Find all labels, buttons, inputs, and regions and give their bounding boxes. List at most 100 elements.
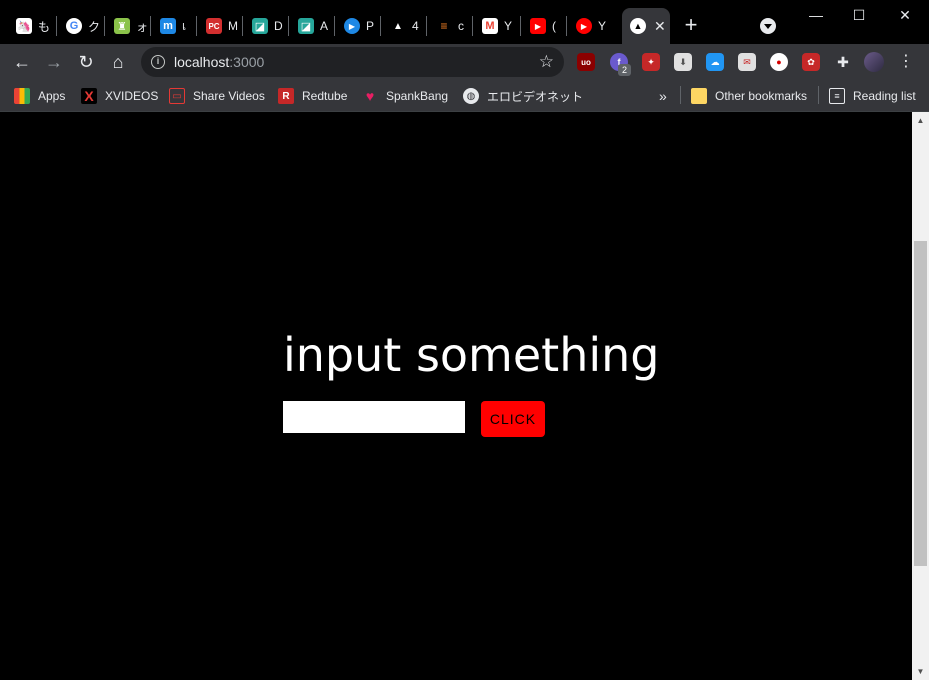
close-window-button[interactable]: ✕ [882, 0, 928, 30]
bookmarks-bar: Apps X XVIDEOS ▭ Share Videos R Redtube … [0, 80, 929, 112]
tab-title: ク [88, 19, 101, 34]
bookmark-share-videos[interactable]: ▭ Share Videos [169, 85, 265, 107]
scrollbar-thumb[interactable] [914, 241, 927, 566]
browser-window: 🦄 も G ク ♜ ォ m เ PC M ◪ D ◪ A ▶ P ▲ 4 ≡ c… [0, 0, 929, 680]
new-tab-button[interactable]: + [679, 13, 703, 37]
bookmark-redtube[interactable]: R Redtube [278, 85, 347, 107]
tab-title: c [458, 19, 464, 33]
tab-title: Y [598, 19, 607, 33]
profile-avatar[interactable] [864, 52, 884, 72]
url-port: :3000 [229, 54, 265, 70]
tab-4[interactable]: m เ [150, 8, 196, 44]
maximize-button[interactable]: ☐ [836, 0, 882, 30]
reading-list-icon: ≡ [829, 88, 845, 104]
redtube-icon: R [278, 88, 294, 104]
tab-title: も [38, 19, 51, 34]
a-icon: ◪ [298, 18, 314, 34]
apps-icon [14, 88, 30, 104]
bookmark-label: SpankBang [386, 89, 449, 103]
bookmark-label: Reading list [853, 89, 916, 103]
pcgamer-icon: PC [206, 18, 222, 34]
bookmark-apps[interactable]: Apps [14, 85, 65, 107]
folder-icon [691, 88, 707, 104]
puzzle-icon[interactable]: ✚ [834, 53, 852, 71]
tab-title: A [320, 19, 329, 33]
bookmark-label: Apps [38, 89, 66, 103]
tab-5[interactable]: PC M [196, 8, 242, 44]
tab-10[interactable]: ≡ c [426, 8, 472, 44]
d-icon: ◪ [252, 18, 268, 34]
gmail-icon: M [482, 18, 498, 34]
bookmark-label: Redtube [302, 89, 348, 103]
bookmark-label: Other bookmarks [715, 89, 808, 103]
game-icon[interactable]: ✿ [802, 53, 820, 71]
tab-title: เ [182, 18, 187, 33]
address-bar[interactable]: i localhost:3000 ☆ [141, 47, 564, 77]
scroll-up-arrow-icon[interactable]: ▲ [912, 112, 929, 129]
tab-8[interactable]: ▶ P [334, 8, 380, 44]
tab-6[interactable]: ◪ D [242, 8, 288, 44]
download-icon[interactable]: ⬇ [674, 53, 692, 71]
page-heading: input something [283, 328, 660, 382]
magic-wand-icon[interactable]: ✦ [642, 53, 660, 71]
scroll-down-arrow-icon[interactable]: ▼ [912, 663, 929, 680]
tab-3[interactable]: ♜ ォ [104, 8, 150, 44]
tab-title: ォ [136, 19, 149, 34]
tab-2[interactable]: G ク [56, 8, 104, 44]
tab-search-icon[interactable] [760, 18, 776, 34]
reading-list-button[interactable]: ≡ Reading list [829, 85, 916, 107]
tab-title: M [228, 19, 238, 33]
bookmark-label: Share Videos [193, 89, 265, 103]
bookmark-spankbang[interactable]: ♥ SpankBang [362, 85, 448, 107]
tab-11[interactable]: M Y [472, 8, 520, 44]
cloud-icon[interactable]: ☁ [706, 53, 724, 71]
spankbang-icon: ♥ [365, 88, 375, 104]
tab-title: Y [504, 19, 513, 33]
bookmarks-overflow-button[interactable]: » [659, 85, 667, 107]
xvideos-icon: X [81, 88, 97, 104]
back-button[interactable]: ← [8, 48, 36, 76]
tab-title: P [366, 19, 375, 33]
bookmark-label: エロビデオネット [487, 89, 584, 104]
bookmark-ero-video[interactable]: ◍ エロビデオネット [463, 85, 583, 107]
tab-title: ( [552, 19, 556, 33]
forward-button[interactable]: → [40, 48, 68, 76]
url-host: localhost [174, 54, 230, 70]
bookmark-label: XVIDEOS [105, 89, 159, 103]
home-button[interactable]: ⌂ [104, 48, 132, 76]
tab-13[interactable]: ▶ Y [566, 8, 616, 44]
tab-7[interactable]: ◪ A [288, 8, 334, 44]
ublock-icon[interactable]: uo [577, 53, 595, 71]
bookmark-star-icon[interactable]: ☆ [539, 52, 554, 72]
text-input[interactable] [283, 401, 465, 433]
tab-title: D [274, 19, 283, 33]
tab-1[interactable]: 🦄 も [6, 8, 56, 44]
menu-icon[interactable]: ⋮ [898, 52, 914, 72]
unicorn-icon: 🦄 [16, 18, 32, 34]
vertical-scrollbar[interactable]: ▲ ▼ [912, 112, 929, 680]
m-icon: m [160, 18, 176, 34]
extension-badge: 2 [618, 64, 631, 76]
globe-icon: ◍ [463, 88, 479, 104]
youtube-music-icon: ▶ [576, 18, 592, 34]
site-info-icon[interactable]: i [151, 55, 165, 69]
castle-icon: ♜ [114, 18, 130, 34]
play-icon: ▶ [344, 18, 360, 34]
tab-12[interactable]: ▶ ( [520, 8, 566, 44]
triangle-icon: ▲ [630, 18, 646, 34]
youtube-icon: ▶ [530, 18, 546, 34]
page-content: input something CLICK [0, 112, 912, 680]
tab-active[interactable]: ▲ ✕ [622, 8, 670, 44]
share-videos-icon: ▭ [169, 88, 185, 104]
other-bookmarks-folder[interactable]: Other bookmarks [691, 85, 807, 107]
bookmark-xvideos[interactable]: X XVIDEOS [81, 85, 158, 107]
minimize-button[interactable]: — [793, 0, 839, 30]
mail-icon[interactable]: ✉ [738, 53, 756, 71]
tab-9[interactable]: ▲ 4 [380, 8, 426, 44]
triangle-icon: ▲ [390, 18, 406, 34]
tab-strip: 🦄 も G ク ♜ ォ m เ PC M ◪ D ◪ A ▶ P ▲ 4 ≡ c… [0, 0, 929, 44]
click-button[interactable]: CLICK [481, 401, 545, 437]
red-dot-icon[interactable]: ● [770, 53, 788, 71]
reload-button[interactable]: ↻ [72, 48, 100, 76]
close-tab-icon[interactable]: ✕ [654, 18, 666, 35]
